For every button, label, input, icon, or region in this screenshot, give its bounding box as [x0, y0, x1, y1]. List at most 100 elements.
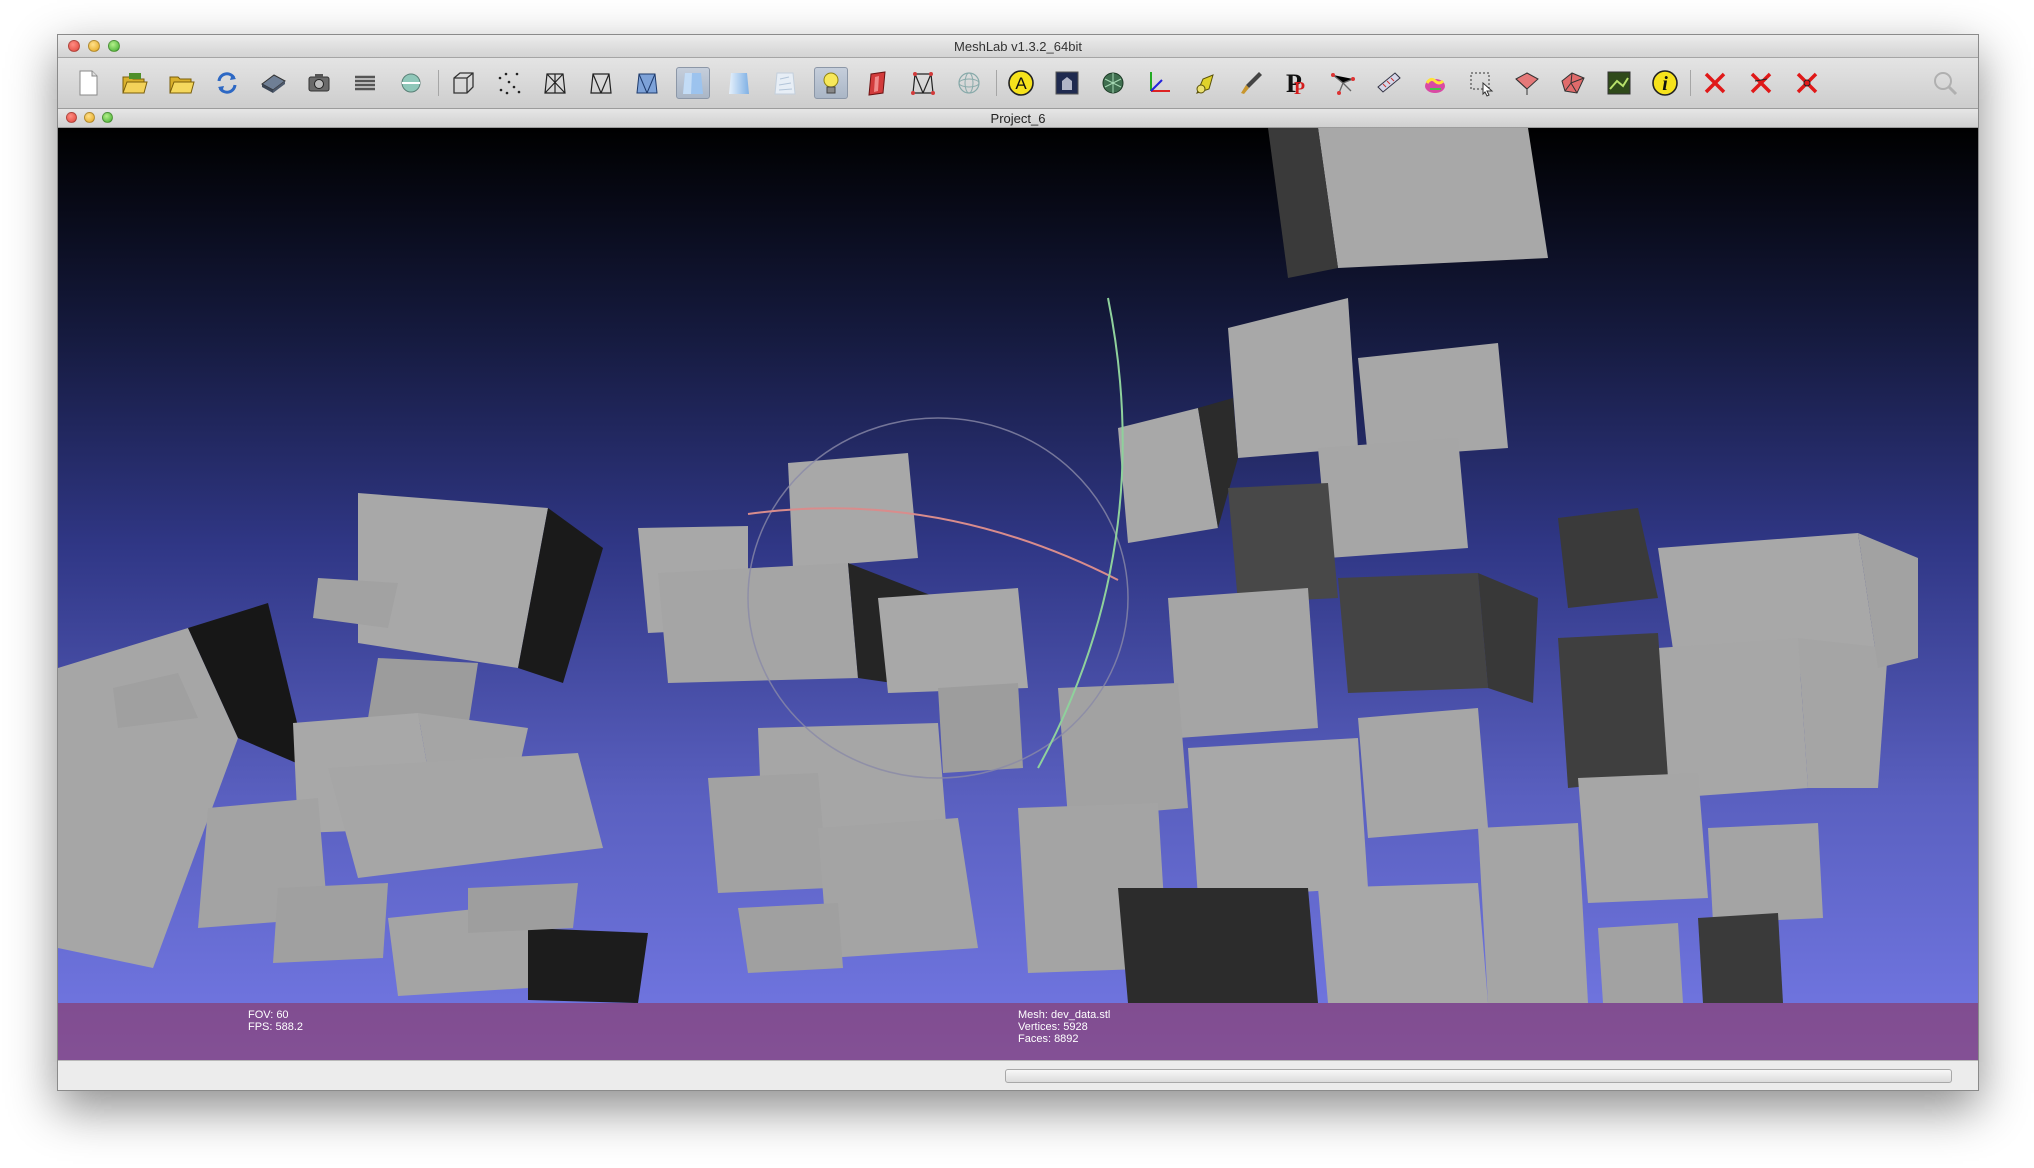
- sphere-render-button[interactable]: [394, 67, 428, 99]
- open-mesh-button[interactable]: [164, 67, 198, 99]
- info-button[interactable]: i: [1648, 67, 1682, 99]
- image-button[interactable]: [1602, 67, 1636, 99]
- toolbar-separator: [996, 70, 997, 96]
- select-faces-icon: [1515, 72, 1539, 95]
- measure-button[interactable]: [1372, 67, 1406, 99]
- snapshot-button[interactable]: [302, 67, 336, 99]
- image-icon: [1607, 71, 1631, 95]
- search-icon: [1934, 72, 1958, 96]
- new-project-icon: [79, 70, 98, 96]
- snapshot-icon: [308, 74, 330, 92]
- window-title: MeshLab v1.3.2_64bit: [954, 39, 1082, 54]
- delete-selection-icon: [1796, 72, 1818, 94]
- hidden-lines-icon: [590, 73, 612, 94]
- align-icon: [1196, 74, 1214, 94]
- sphere-texture-button[interactable]: [1096, 67, 1130, 99]
- wireframe-icon: [544, 73, 566, 94]
- faces-count-label: Faces: 8892: [1018, 1033, 1079, 1045]
- axis-icon: [1150, 72, 1170, 92]
- vertex-normals-button[interactable]: [906, 67, 940, 99]
- smooth-shading-icon: [729, 73, 749, 94]
- layers-button[interactable]: [348, 67, 382, 99]
- measure-icon: [1377, 72, 1401, 93]
- parameter-icon: PP: [1286, 69, 1305, 98]
- mesh-name-label: Mesh: dev_data.stl: [1018, 1009, 1111, 1021]
- 3d-viewport[interactable]: FOV: 60 FPS: 588.2 Mesh: dev_data.stl Ve…: [58, 128, 1978, 1060]
- toolbar-separator: [1690, 70, 1691, 96]
- progress-bar: [1005, 1069, 1952, 1083]
- select-region-button[interactable]: [1464, 67, 1498, 99]
- save-icon: [261, 74, 286, 93]
- delete-faces-icon: [1704, 72, 1726, 94]
- paint-icon: [1241, 72, 1262, 94]
- toolbar-separator: [438, 70, 439, 96]
- select-faces-button[interactable]: [1510, 67, 1544, 99]
- meshlab-window: MeshLab v1.3.2_64bit A P P i Project_6 F…: [57, 34, 1979, 1091]
- info-icon: i: [1652, 70, 1678, 96]
- annotate-button[interactable]: A: [1004, 67, 1038, 99]
- annotate-icon: A: [1008, 70, 1034, 96]
- fps-label: FPS: 588.2: [248, 1021, 304, 1033]
- new-project-button[interactable]: [71, 67, 105, 99]
- face-normals-icon: [868, 71, 886, 96]
- vertex-normals-icon: [911, 72, 935, 95]
- parameter-button[interactable]: PP: [1280, 67, 1314, 99]
- trackball-button[interactable]: [952, 67, 986, 99]
- wireframe-button[interactable]: [538, 67, 572, 99]
- vertices-count-label: Vertices: 5928: [1018, 1021, 1088, 1033]
- bounding-box-icon: [453, 72, 474, 94]
- main-toolbar: A PP i: [58, 58, 1978, 109]
- pick-points-button[interactable]: [1326, 67, 1360, 99]
- info-overlay-bar: FOV: 60 FPS: 588.2 Mesh: dev_data.stl Ve…: [58, 1003, 1978, 1060]
- annotate-glyph: A: [1015, 74, 1027, 93]
- flat-shading-icon: [683, 73, 703, 94]
- sphere-render-icon: [401, 73, 421, 93]
- select-connected-button[interactable]: [1556, 67, 1590, 99]
- delete-vertices-button[interactable]: [1744, 67, 1778, 99]
- points-button[interactable]: [492, 67, 526, 99]
- hidden-lines-button[interactable]: [584, 67, 618, 99]
- smooth-shading-button[interactable]: [722, 67, 756, 99]
- color-mesh-icon: [1425, 77, 1445, 93]
- info-glyph: i: [1662, 73, 1668, 95]
- paint-button[interactable]: [1234, 67, 1268, 99]
- select-region-icon: [1470, 72, 1494, 97]
- open-mesh-icon: [169, 76, 195, 94]
- bounding-box-button[interactable]: [446, 67, 480, 99]
- delete-vertices-icon: [1750, 72, 1772, 94]
- photo-align-icon: [1055, 71, 1079, 95]
- window-titlebar[interactable]: MeshLab v1.3.2_64bit: [58, 35, 1978, 58]
- reload-icon: [217, 72, 237, 94]
- delete-selection-button[interactable]: [1790, 67, 1824, 99]
- flat-lines-icon: [636, 73, 658, 94]
- select-connected-icon: [1561, 72, 1585, 94]
- color-mesh-button[interactable]: [1418, 67, 1452, 99]
- save-button[interactable]: [256, 67, 290, 99]
- pick-points-icon: [1331, 73, 1355, 95]
- flat-shading-button[interactable]: [676, 67, 710, 99]
- points-icon: [498, 72, 521, 95]
- search-button[interactable]: [1928, 67, 1962, 99]
- layers-icon: [355, 75, 375, 91]
- mesh-render: [58, 128, 1918, 1003]
- light-toggle-button[interactable]: [814, 67, 848, 99]
- fov-label: FOV: 60: [248, 1009, 289, 1021]
- axis-button[interactable]: [1142, 67, 1176, 99]
- flat-lines-button[interactable]: [630, 67, 664, 99]
- open-project-button[interactable]: [117, 67, 151, 99]
- align-button[interactable]: [1188, 67, 1222, 99]
- sphere-texture-icon: [1102, 72, 1124, 94]
- photo-align-button[interactable]: [1050, 67, 1084, 99]
- texture-shading-icon: [774, 72, 796, 95]
- light-icon: [823, 72, 839, 94]
- delete-faces-button[interactable]: [1698, 67, 1732, 99]
- open-project-icon: [122, 73, 148, 94]
- document-title: Project_6: [990, 111, 1046, 126]
- face-normals-button[interactable]: [860, 67, 894, 99]
- texture-shading-button[interactable]: [768, 67, 802, 99]
- trackball-icon: [958, 72, 980, 94]
- status-bar: [58, 1060, 1978, 1090]
- svg-text:P: P: [1294, 78, 1305, 98]
- document-titlebar[interactable]: Project_6: [58, 109, 1978, 128]
- reload-button[interactable]: [210, 67, 244, 99]
